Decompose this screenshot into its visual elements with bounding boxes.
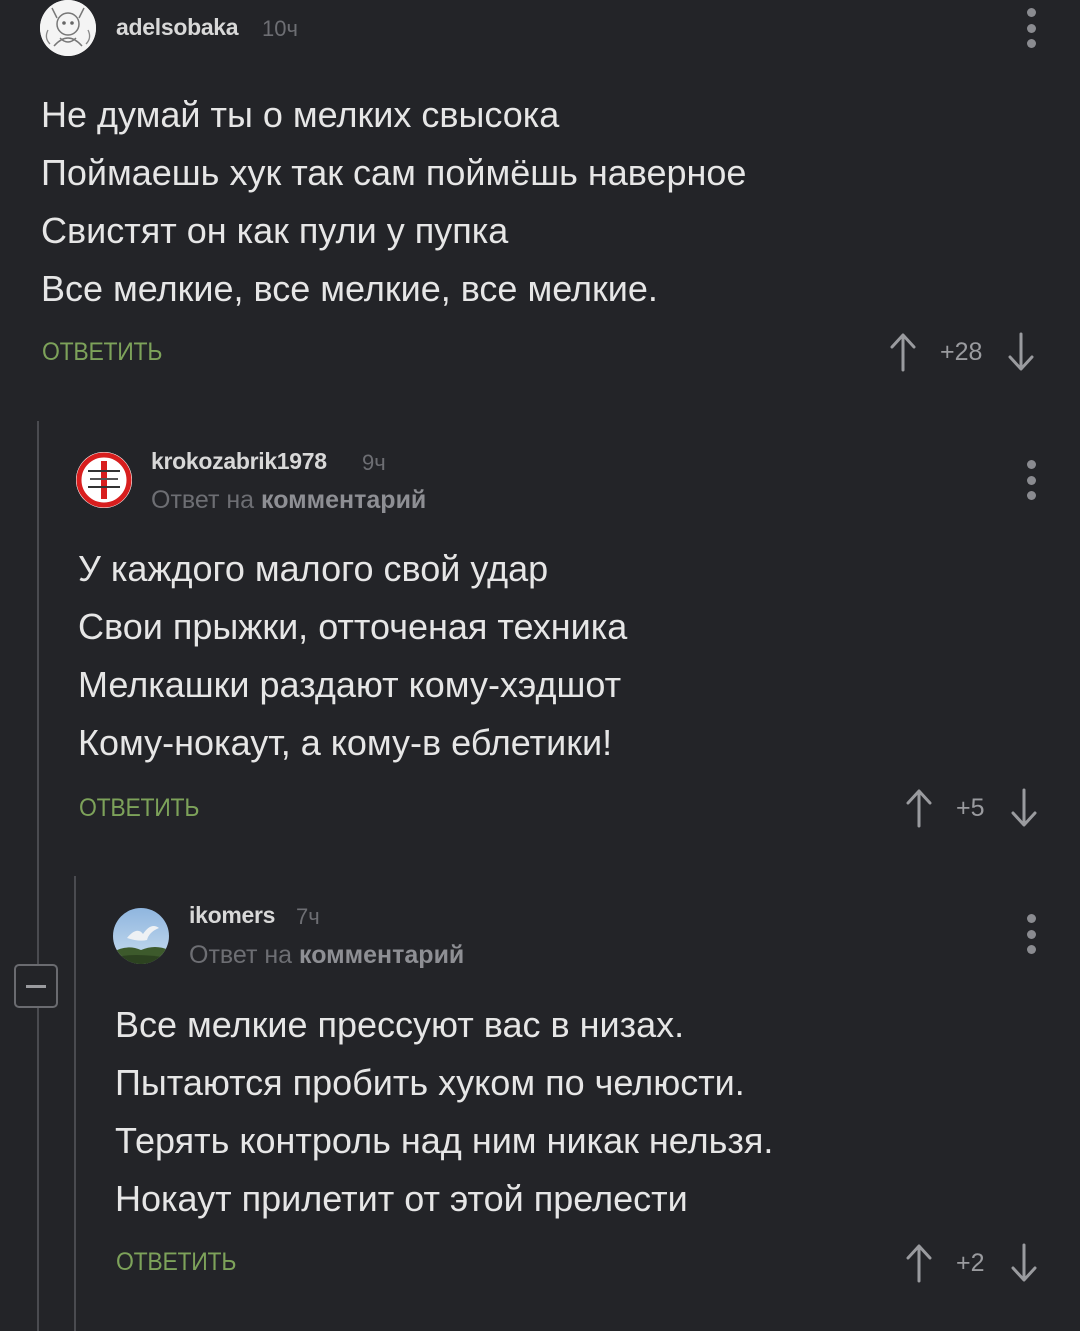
reply-button[interactable]: ОТВЕТИТЬ [116, 1248, 236, 1277]
avatar[interactable] [113, 908, 169, 964]
arrow-down-icon[interactable] [1009, 786, 1039, 830]
comment-line: Пытаются пробить хуком по челюсти. [115, 1062, 745, 1103]
comment-time: 10ч [262, 16, 298, 41]
username[interactable]: adelsobaka [116, 14, 239, 41]
comment-line: Все мелкие прессуют вас в низах. [115, 1004, 685, 1045]
comment-line: Свистят он как пули у пупка [41, 210, 509, 251]
vote-widget: +28 [888, 330, 1036, 374]
reply-to-link[interactable]: комментарий [299, 941, 464, 969]
reply-to-prefix: Ответ на [151, 486, 255, 514]
comment-body: У каждого малого свой удар Свои прыжки, … [78, 540, 627, 772]
avatar-sign-icon [76, 452, 132, 508]
comment-line: Терять контроль над ним никак нельзя. [115, 1120, 774, 1161]
comment-line: У каждого малого свой удар [78, 548, 549, 589]
more-vert-icon[interactable] [1026, 460, 1036, 500]
comments-page: adelsobaka 10ч Не думай ты о мелких свыс… [0, 0, 1080, 1331]
arrow-up-icon[interactable] [904, 786, 934, 830]
reply-button[interactable]: ОТВЕТИТЬ [42, 338, 162, 367]
reply-to-label[interactable]: Ответ на комментарий [151, 486, 426, 515]
comment-body: Не думай ты о мелких свысока Поймаешь ху… [41, 86, 746, 318]
vote-score: +28 [940, 337, 983, 366]
arrow-down-icon[interactable] [1009, 1241, 1039, 1285]
username[interactable]: ikomers [189, 902, 275, 929]
comment-time: 9ч [362, 450, 386, 475]
vote-widget: +5 [904, 786, 1039, 830]
reply-button[interactable]: ОТВЕТИТЬ [79, 794, 199, 823]
reply-to-label[interactable]: Ответ на комментарий [189, 941, 464, 970]
reply-to-link[interactable]: комментарий [261, 486, 426, 514]
comment-line: Не думай ты о мелких свысока [41, 94, 560, 135]
comment-line: Нокаут прилетит от этой прелести [115, 1178, 688, 1219]
more-vert-icon[interactable] [1026, 914, 1036, 954]
avatar-drawing-icon [40, 0, 96, 56]
comment-line: Поймаешь хук так сам поймёшь наверное [41, 152, 747, 193]
thread-line-level1 [37, 421, 39, 1331]
comment-time: 7ч [296, 904, 320, 929]
comment-line: Кому-нокаут, а кому-в еблетики! [78, 722, 613, 763]
reply-to-prefix: Ответ на [189, 941, 293, 969]
arrow-up-icon[interactable] [888, 330, 918, 374]
comment-body: Все мелкие прессуют вас в низах. Пытаютс… [115, 996, 773, 1228]
comment-line: Все мелкие, все мелкие, все мелкие. [41, 268, 658, 309]
comment-line: Свои прыжки, отточеная техника [78, 606, 628, 647]
vote-widget: +2 [904, 1241, 1039, 1285]
comment-line: Мелкашки раздают кому-хэдшот [78, 664, 622, 705]
more-vert-icon[interactable] [1026, 8, 1036, 48]
collapse-minus-icon[interactable] [14, 964, 58, 1008]
avatar-bird-photo-icon [113, 908, 169, 964]
arrow-up-icon[interactable] [904, 1241, 934, 1285]
username[interactable]: krokozabrik1978 [151, 448, 327, 475]
arrow-down-icon[interactable] [1006, 330, 1036, 374]
thread-line-level2 [74, 876, 76, 1331]
vote-score: +5 [956, 793, 985, 822]
avatar[interactable] [40, 0, 96, 56]
avatar[interactable] [76, 452, 132, 508]
vote-score: +2 [956, 1248, 985, 1277]
